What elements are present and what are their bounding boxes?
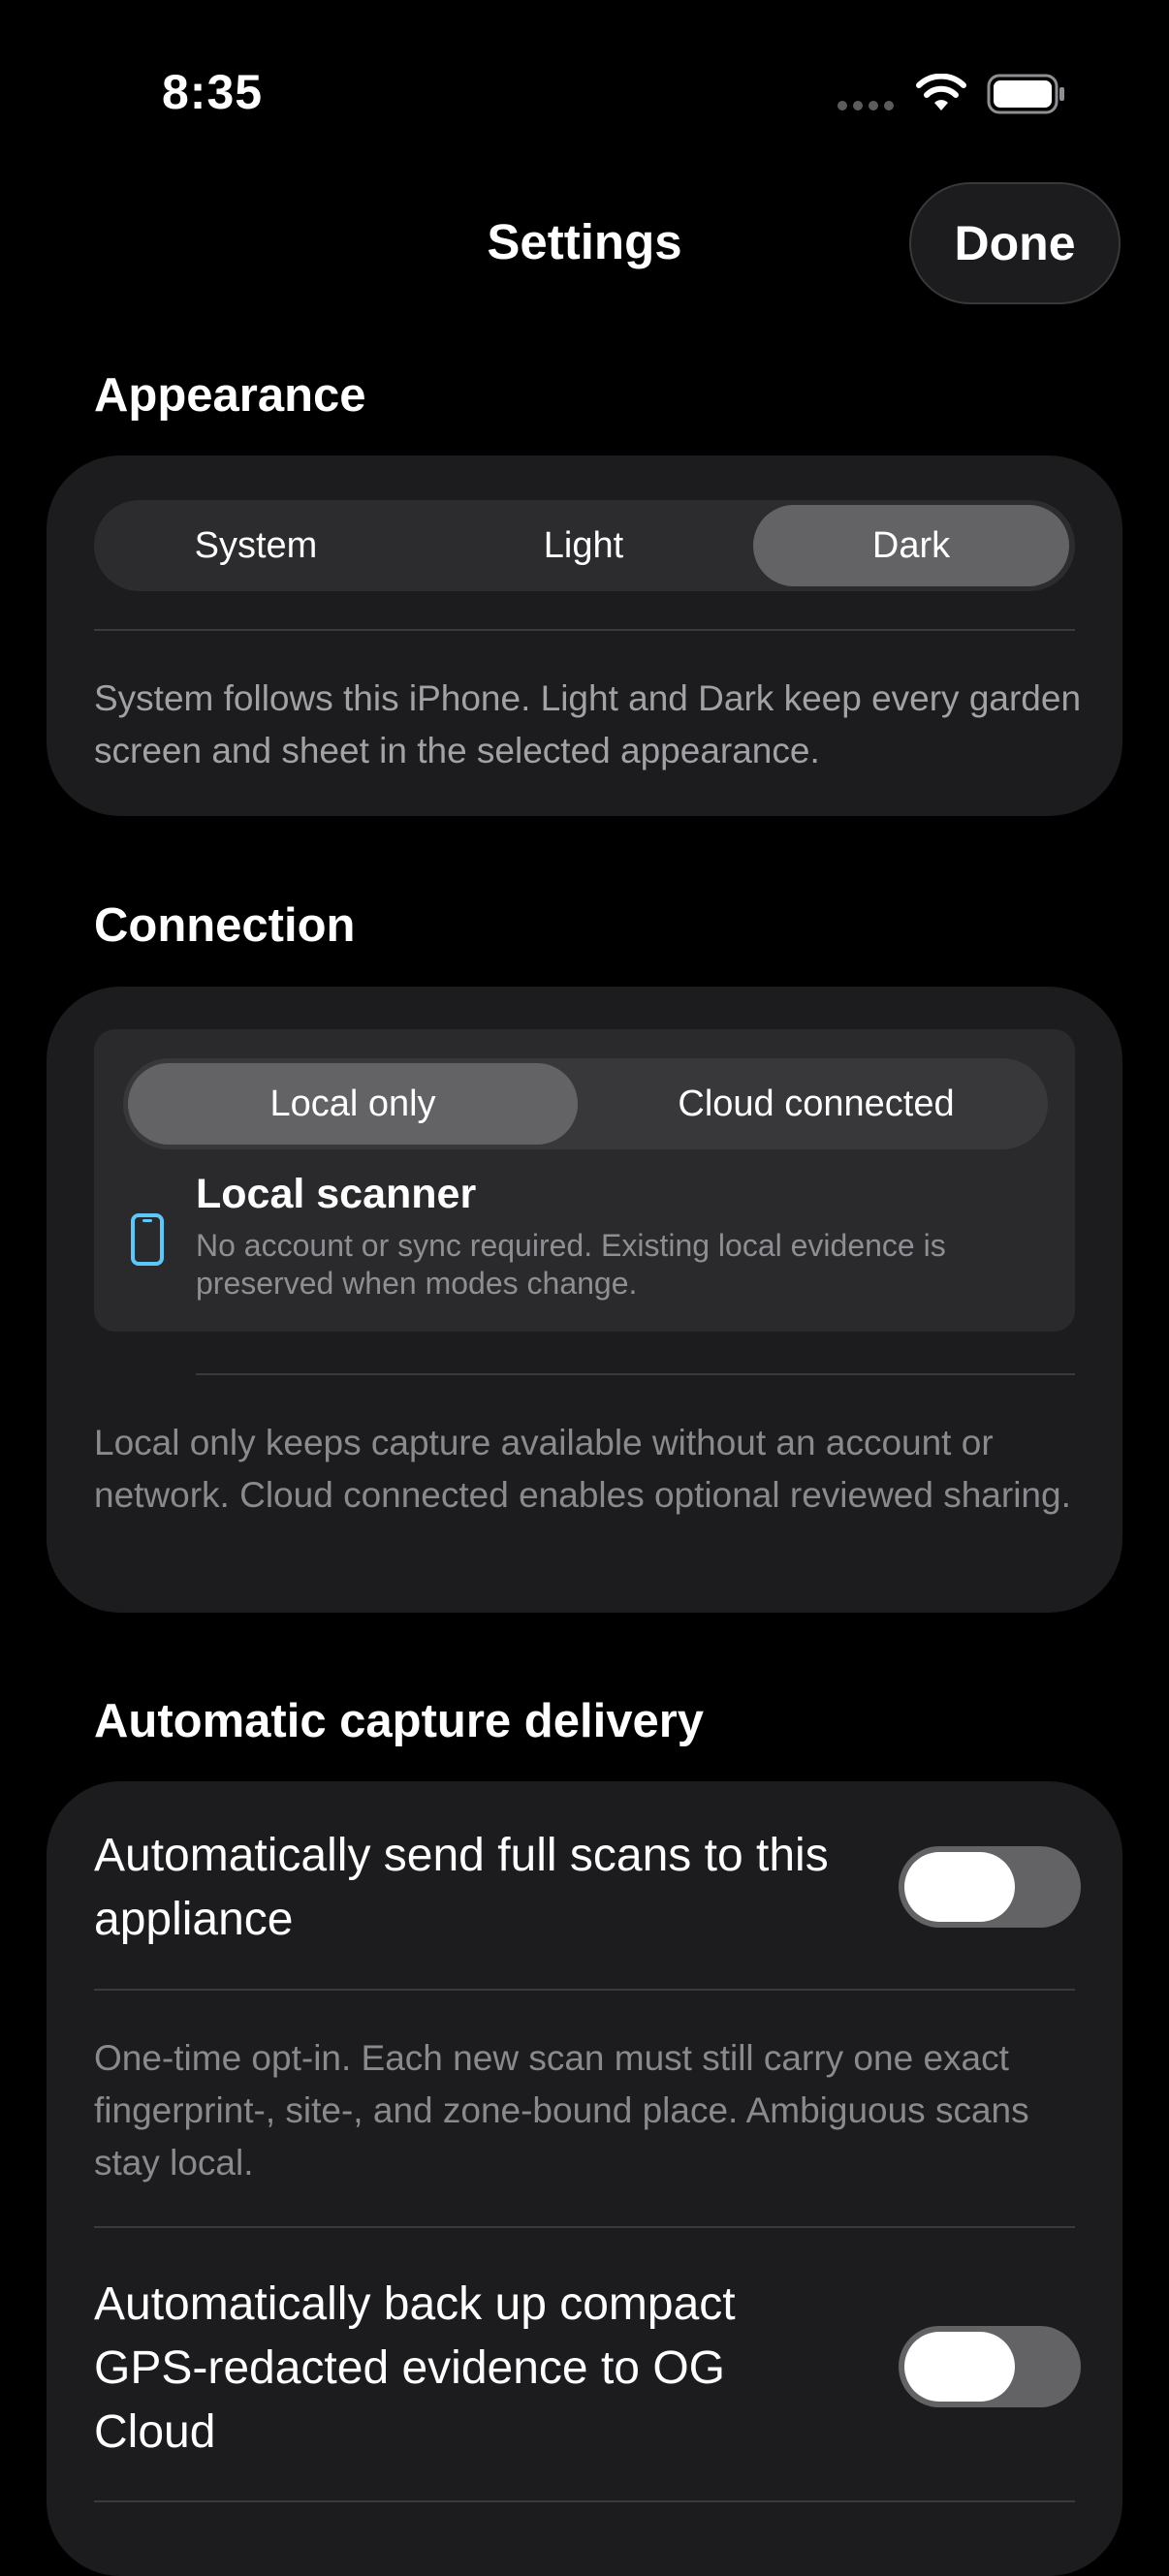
battery-icon: [987, 74, 1064, 114]
segment-system[interactable]: System: [94, 500, 418, 591]
divider: [196, 1373, 1075, 1375]
appearance-footnote: System follows this iPhone. Light and Da…: [94, 678, 1082, 770]
divider: [94, 2500, 1075, 2502]
segment-light[interactable]: Light: [422, 500, 745, 591]
send-full-scans-label: Automatically send full scans to this ap…: [94, 1830, 829, 1945]
done-button[interactable]: Done: [909, 182, 1121, 304]
connection-header: Connection: [94, 899, 356, 952]
segment-local-only[interactable]: Local only: [128, 1058, 578, 1149]
local-scanner-title: Local scanner: [196, 1171, 477, 1217]
connection-segmented-control: Local only Cloud connected: [123, 1058, 1048, 1149]
divider: [94, 1989, 1075, 1991]
segment-dark[interactable]: Dark: [753, 500, 1069, 591]
segment-cloud-connected[interactable]: Cloud connected: [588, 1058, 1044, 1149]
iphone-icon: [131, 1213, 164, 1266]
divider: [94, 629, 1075, 631]
wifi-icon: [916, 74, 966, 110]
appearance-segmented-control: System Light Dark: [94, 500, 1075, 591]
connection-footnote: Local only keeps capture available witho…: [94, 1423, 1071, 1515]
appearance-header: Appearance: [94, 369, 366, 422]
backup-evidence-toggle[interactable]: [899, 2326, 1081, 2407]
divider: [94, 2226, 1075, 2228]
backup-evidence-label: Automatically back up compact GPS-redact…: [94, 2278, 736, 2458]
send-full-scans-toggle[interactable]: [899, 1846, 1081, 1928]
send-full-scans-footnote: One-time opt-in. Each new scan must stil…: [94, 2038, 1029, 2183]
status-time: 8:35: [162, 65, 264, 119]
local-scanner-description: No account or sync required. Existing lo…: [196, 1228, 946, 1301]
delivery-header: Automatic capture delivery: [94, 1695, 705, 1747]
cellular-signal-icon: [837, 101, 894, 110]
